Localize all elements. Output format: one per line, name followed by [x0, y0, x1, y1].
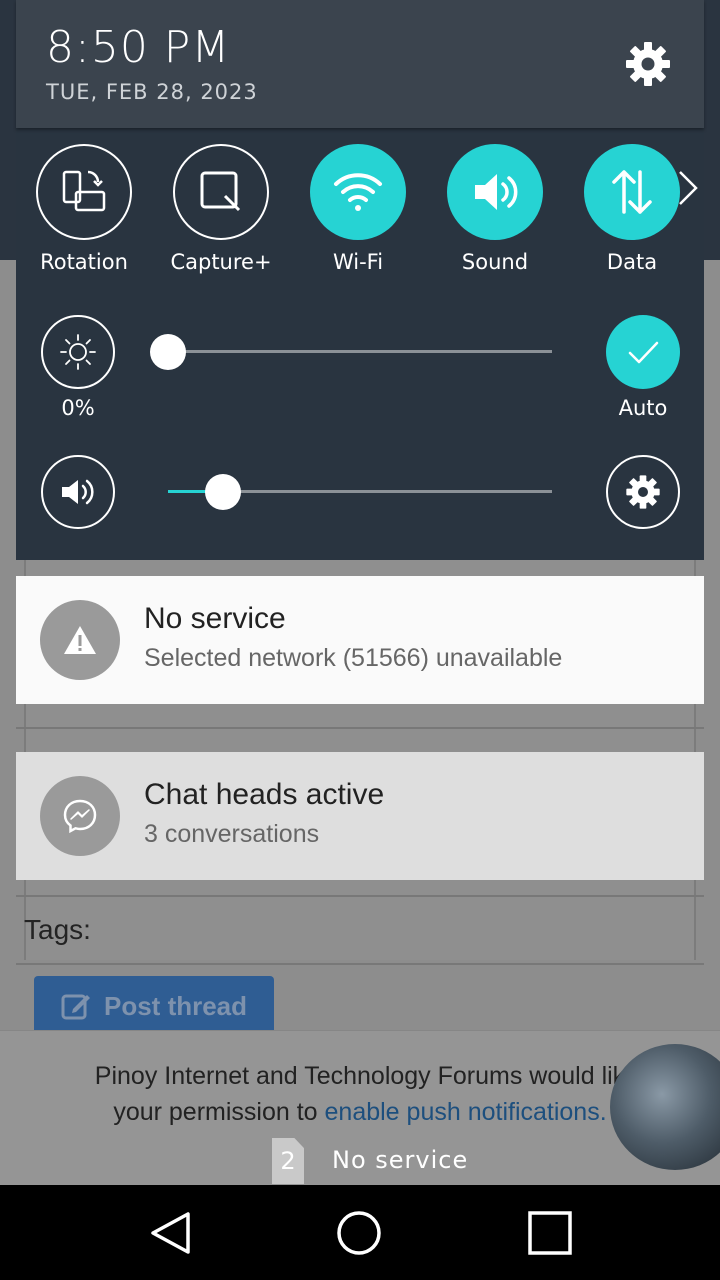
- enable-push-link[interactable]: enable push notifications.: [325, 1098, 607, 1126]
- tags-label: Tags:: [24, 914, 91, 945]
- data-icon: [584, 144, 680, 240]
- tile-label: Data: [606, 250, 658, 274]
- auto-brightness-toggle[interactable]: [606, 315, 680, 389]
- sim-service-status: No service: [332, 1146, 469, 1174]
- divider: [16, 727, 704, 729]
- divider: [16, 963, 704, 965]
- tile-label: Wi-Fi: [332, 250, 384, 274]
- back-icon[interactable]: [146, 1208, 196, 1258]
- recents-icon[interactable]: [525, 1208, 575, 1258]
- post-thread-label: Post thread: [104, 990, 248, 1021]
- chevron-right-icon[interactable]: [676, 168, 700, 208]
- messenger-icon: [40, 776, 120, 856]
- home-icon[interactable]: [334, 1208, 384, 1258]
- gear-icon: [626, 475, 660, 509]
- check-icon: [628, 341, 659, 364]
- panel-header: 8:50 PM TUE, FEB 28, 2023: [16, 0, 704, 128]
- wifi-icon: [310, 144, 406, 240]
- settings-gear-icon[interactable]: [624, 40, 672, 88]
- capture-icon: [173, 144, 269, 240]
- edit-icon: [61, 994, 90, 1020]
- tile-data[interactable]: Data: [567, 144, 697, 274]
- tile-label: Rotation: [40, 250, 128, 274]
- brightness-icon[interactable]: [41, 315, 115, 389]
- notification-subtitle: 3 conversations: [144, 820, 320, 848]
- quick-settings-panel: 8:50 PM TUE, FEB 28, 2023 Rotation Captu…: [16, 0, 704, 560]
- rotation-icon: [36, 144, 132, 240]
- tile-capture[interactable]: Capture+: [156, 144, 286, 274]
- notification-title: No service: [144, 602, 286, 635]
- tile-label: Capture+: [170, 250, 272, 274]
- volume-slider-thumb[interactable]: [205, 474, 241, 510]
- notification-title: Chat heads active: [144, 778, 385, 811]
- sound-settings-button[interactable]: [606, 455, 680, 529]
- brightness-value: 0%: [61, 396, 95, 420]
- push-line-2-prefix: your permission to: [113, 1098, 325, 1126]
- warning-icon: [40, 600, 120, 680]
- divider: [16, 895, 704, 897]
- auto-label: Auto: [618, 396, 668, 420]
- tile-sound[interactable]: Sound: [430, 144, 560, 274]
- tile-label: Sound: [461, 250, 529, 274]
- brightness-slider-thumb[interactable]: [150, 334, 186, 370]
- notification-subtitle: Selected network (51566) unavailable: [144, 644, 563, 672]
- brightness-slider-track[interactable]: [168, 350, 552, 353]
- notification-chat-heads[interactable]: Chat heads active 3 conversations: [16, 752, 704, 880]
- notification-no-service[interactable]: No service Selected network (51566) unav…: [16, 576, 704, 704]
- tile-rotation[interactable]: Rotation: [19, 144, 149, 274]
- sound-icon: [447, 144, 543, 240]
- tile-wifi[interactable]: Wi-Fi: [293, 144, 423, 274]
- date: TUE, FEB 28, 2023: [46, 80, 258, 104]
- clock: 8:50 PM: [46, 22, 231, 73]
- volume-icon[interactable]: [41, 455, 115, 529]
- post-thread-button[interactable]: Post thread: [34, 976, 274, 1036]
- sim-slot-badge: 2: [272, 1138, 304, 1184]
